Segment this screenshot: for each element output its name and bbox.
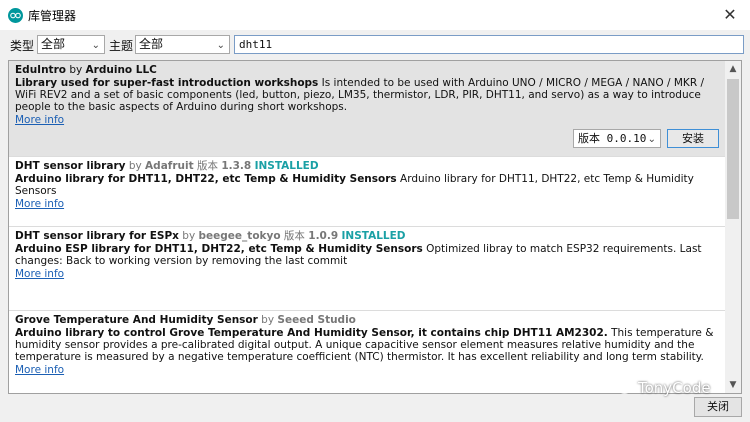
library-author: Arduino LLC <box>85 64 157 76</box>
scrollbar-thumb[interactable] <box>727 79 739 219</box>
watermark-text: TonyCode <box>638 379 711 397</box>
library-name: DHT sensor library <box>15 160 126 172</box>
library-author: beegee_tokyo <box>198 230 281 242</box>
list-item[interactable]: EduIntro by Arduino LLC Library used for… <box>9 61 725 157</box>
close-button[interactable]: 关闭 <box>694 397 742 417</box>
more-info-link[interactable]: More info <box>15 364 64 376</box>
library-author: Adafruit <box>145 160 194 172</box>
list-item[interactable]: DHT sensor library for ESPx by beegee_to… <box>9 227 725 311</box>
library-title-line: DHT sensor library by Adafruit 版本 1.3.8 … <box>15 160 719 172</box>
library-manager-window: 库管理器 ✕ 类型 全部 ⌄ 主题 全部 ⌄ dht11 EduIntro by… <box>0 0 750 422</box>
library-summary: Library used for super-fast introduction… <box>15 77 319 89</box>
library-version: 1.0.9 <box>308 230 339 242</box>
scroll-up-icon[interactable]: ▲ <box>725 61 741 77</box>
library-author: Seeed Studio <box>277 314 356 326</box>
topic-select[interactable]: 全部 ⌄ <box>135 35 230 54</box>
chevron-down-icon: ⌄ <box>647 134 656 145</box>
version-select[interactable]: 版本 0.0.10 ⌄ <box>573 129 661 148</box>
version-select-value: 版本 0.0.10 <box>578 132 647 145</box>
topic-select-value: 全部 <box>139 37 164 51</box>
search-input[interactable]: dht11 <box>234 35 744 54</box>
window-title: 库管理器 <box>28 9 77 23</box>
library-description: Arduino ESP library for DHT11, DHT22, et… <box>15 243 719 267</box>
type-label: 类型 <box>10 39 35 53</box>
library-description: Arduino library for DHT11, DHT22, etc Te… <box>15 173 719 197</box>
library-by: by <box>182 230 196 242</box>
chevron-down-icon: ⌄ <box>216 40 225 51</box>
arduino-icon <box>8 8 23 23</box>
library-summary: Arduino library to control Grove Tempera… <box>15 327 608 339</box>
type-select[interactable]: 全部 ⌄ <box>37 35 105 54</box>
library-title-line: EduIntro by Arduino LLC <box>15 64 719 76</box>
close-icon[interactable]: ✕ <box>716 2 744 26</box>
library-description: Arduino library to control Grove Tempera… <box>15 327 719 363</box>
library-description: Library used for super-fast introduction… <box>15 77 719 113</box>
filter-bar: 类型 全部 ⌄ 主题 全部 ⌄ dht11 <box>0 33 750 57</box>
title-bar: 库管理器 ✕ <box>0 0 750 30</box>
library-title-line: Grove Temperature And Humidity Sensor by… <box>15 314 719 326</box>
install-button[interactable]: 安装 <box>667 129 719 148</box>
more-info-link[interactable]: More info <box>15 114 64 126</box>
more-info-link[interactable]: More info <box>15 268 64 280</box>
watermark: TonyCode <box>610 377 711 399</box>
library-summary: Arduino ESP library for DHT11, DHT22, et… <box>15 243 423 255</box>
type-select-value: 全部 <box>41 37 66 51</box>
library-by: by <box>69 64 83 76</box>
list-item[interactable]: DHT sensor library by Adafruit 版本 1.3.8 … <box>9 157 725 227</box>
library-name: DHT sensor library for ESPx <box>15 230 179 242</box>
topic-label: 主题 <box>109 39 134 53</box>
more-info-link[interactable]: More info <box>15 198 64 210</box>
library-title-line: DHT sensor library for ESPx by beegee_to… <box>15 230 719 242</box>
wechat-icon <box>610 377 632 399</box>
scroll-down-icon[interactable]: ▼ <box>725 377 741 393</box>
library-by: by <box>128 160 142 172</box>
library-list: EduIntro by Arduino LLC Library used for… <box>8 60 742 394</box>
library-by: by <box>261 314 275 326</box>
chevron-down-icon: ⌄ <box>91 40 100 51</box>
installed-badge: INSTALLED <box>341 230 406 242</box>
version-label: 版本 <box>196 160 218 172</box>
library-version: 1.3.8 <box>221 160 252 172</box>
vertical-scrollbar[interactable]: ▲ ▼ <box>725 61 741 393</box>
library-name: Grove Temperature And Humidity Sensor <box>15 314 258 326</box>
version-label: 版本 <box>283 230 305 242</box>
library-name: EduIntro <box>15 64 66 76</box>
installed-badge: INSTALLED <box>254 160 319 172</box>
library-summary: Arduino library for DHT11, DHT22, etc Te… <box>15 173 397 185</box>
